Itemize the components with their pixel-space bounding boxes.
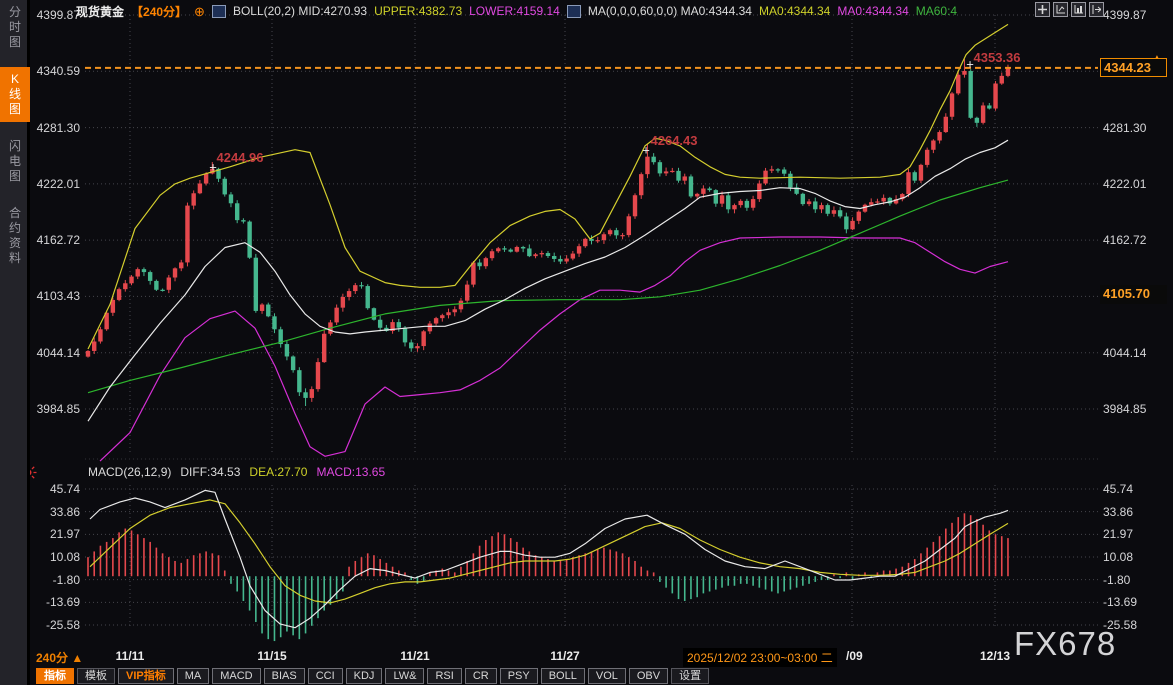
- ma0-yellow-value: MA0:4344.34: [759, 4, 830, 18]
- swing-high-label-2: 4264.43: [651, 133, 698, 148]
- macd-dea-value: DEA:27.70: [249, 465, 307, 479]
- toolbar-button-VOL[interactable]: VOL: [588, 668, 626, 684]
- date-tick-label: 11/15: [257, 649, 286, 663]
- sidebar-tab-label: 合约资料: [8, 206, 22, 266]
- toolbar-button-MACD[interactable]: MACD: [212, 668, 260, 684]
- last-price-box: 4344.23: [1100, 58, 1167, 77]
- toolbar-button-模板[interactable]: 模板: [77, 668, 115, 684]
- toolbar-button-RSI[interactable]: RSI: [427, 668, 461, 684]
- indicator-toolbar: 指标模板VIP指标MAMACDBIASCCIKDJLW&RSICRPSYBOLL…: [36, 668, 709, 684]
- boll-lower-value: LOWER:4159.14: [469, 4, 560, 18]
- axis-right-chart-icon[interactable]: [1071, 2, 1086, 17]
- toolbar-button-CCI[interactable]: CCI: [308, 668, 343, 684]
- boll-indicator-icon: [212, 5, 226, 18]
- date-tick-label: 11/21: [400, 649, 429, 663]
- macd-diff-value: DIFF:34.53: [180, 465, 240, 479]
- date-tick-label: 11/27: [550, 649, 579, 663]
- ma60-value: MA60:4: [916, 4, 957, 18]
- toolbar-button-PSY[interactable]: PSY: [500, 668, 538, 684]
- sidebar: 分时图 K线图闪电图合约资料: [0, 0, 30, 685]
- date-tick-label: 12/13: [980, 649, 1010, 663]
- ma-indicator-icon: [567, 5, 581, 18]
- indicator-header: 现货黄金 【240分】 ⊕ BOLL(20,2) MID:4270.93 UPP…: [76, 0, 957, 22]
- panel-expand-icon[interactable]: [1089, 2, 1104, 17]
- swing-cross-marker: +: [642, 143, 650, 158]
- circle-plus-icon[interactable]: ⊕: [194, 5, 205, 18]
- boll-upper-value: UPPER:4382.73: [374, 4, 462, 18]
- sidebar-tab-2[interactable]: 闪电图: [0, 134, 30, 189]
- time-axis: 240分 ▲ 11/11 11/15 11/21 11/27 12/13 2025/12…: [0, 648, 1173, 667]
- macd-macd-value: MACD:13.65: [316, 465, 385, 479]
- window-controls: [1035, 2, 1104, 17]
- crosshair-icon[interactable]: [1035, 2, 1050, 17]
- sidebar-tab-1[interactable]: K线图: [0, 67, 30, 122]
- ma0-magenta-value: MA0:4344.34: [837, 4, 908, 18]
- period-selector[interactable]: 240分 ▲: [36, 649, 83, 666]
- axis-left-chart-icon[interactable]: [1053, 2, 1068, 17]
- toolbar-button-BIAS[interactable]: BIAS: [264, 668, 305, 684]
- toolbar-button-BOLL[interactable]: BOLL: [541, 668, 585, 684]
- swing-cross-marker: +: [966, 57, 974, 72]
- macd-label: MACD(26,12,9): [88, 465, 171, 479]
- sidebar-tab-3[interactable]: 合约资料: [0, 201, 30, 271]
- toolbar-button-LW&[interactable]: LW&: [385, 668, 424, 684]
- period-label: 【240分】: [131, 3, 187, 20]
- toolbar-button-MA[interactable]: MA: [177, 668, 210, 684]
- ma-label: MA(0,0,0,60,0,0) MA0:4344.34: [588, 4, 752, 18]
- boll-label: BOLL(20,2) MID:4270.93: [233, 4, 367, 18]
- toolbar-button-CR[interactable]: CR: [465, 668, 497, 684]
- swing-cross-marker: +: [209, 160, 217, 175]
- sidebar-tab-label: K线图: [8, 72, 22, 117]
- toolbar-button-OBV[interactable]: OBV: [629, 668, 668, 684]
- bar-tooltip: 2025/12/02 23:00~03:00 二: [683, 648, 837, 667]
- macd-header: MACD(26,12,9) DIFF:34.53 DEA:27.70 MACD:…: [88, 465, 385, 479]
- chart-canvas[interactable]: [0, 0, 1173, 685]
- sidebar-tab-0[interactable]: 分时图: [0, 0, 30, 55]
- toolbar-button-VIP指标[interactable]: VIP指标: [118, 668, 174, 684]
- toolbar-button-指标[interactable]: 指标: [36, 668, 74, 684]
- symbol-name: 现货黄金: [76, 3, 124, 20]
- swing-high-label-1: 4244.96: [217, 150, 264, 165]
- sidebar-tab-label: 分时图: [8, 5, 22, 50]
- sidebar-tab-label: 闪电图: [8, 139, 22, 184]
- toolbar-button-设置[interactable]: 设置: [671, 668, 709, 684]
- kline-app: 分时图 K线图闪电图合约资料 现货黄金 【240分】 ⊕ BOLL(20,2) M…: [0, 0, 1173, 685]
- date-label-partial: /09: [846, 649, 863, 663]
- date-tick-label: 11/11: [116, 649, 145, 663]
- low-price-box: 4105.70: [1100, 285, 1167, 304]
- toolbar-button-KDJ[interactable]: KDJ: [346, 668, 383, 684]
- swing-high-label-3: 4353.36: [974, 50, 1021, 65]
